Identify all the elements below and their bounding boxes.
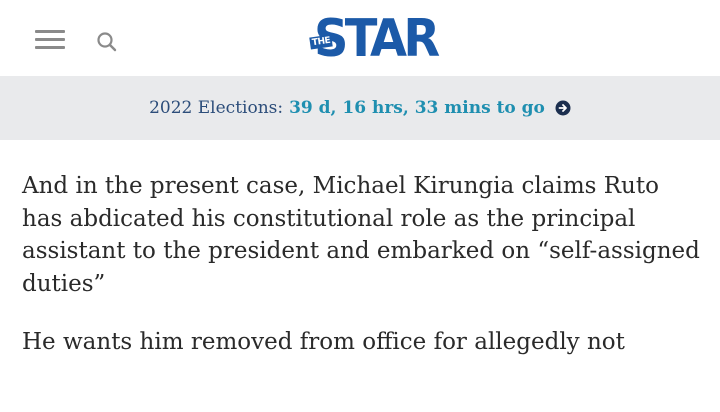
article-paragraph: He wants him removed from office for all… (22, 329, 625, 355)
logo-star-text: STAR (314, 9, 440, 69)
circle-arrow-right-icon[interactable] (555, 100, 571, 116)
elections-countdown-banner[interactable]: 2022 Elections: 39 d, 16 hrs, 33 mins to… (0, 76, 720, 140)
site-logo[interactable]: THE STAR (309, 8, 440, 72)
countdown-text[interactable]: 39 d, 16 hrs, 33 mins to go (289, 98, 545, 118)
article-body: And in the present case, Michael Kirungi… (22, 170, 702, 385)
banner-label: 2022 Elections: (149, 98, 284, 118)
site-header: THE STAR (0, 0, 720, 76)
hamburger-menu-icon[interactable] (35, 30, 65, 52)
search-icon[interactable] (96, 31, 118, 53)
article-paragraph: And in the present case, Michael Kirungi… (22, 173, 700, 297)
